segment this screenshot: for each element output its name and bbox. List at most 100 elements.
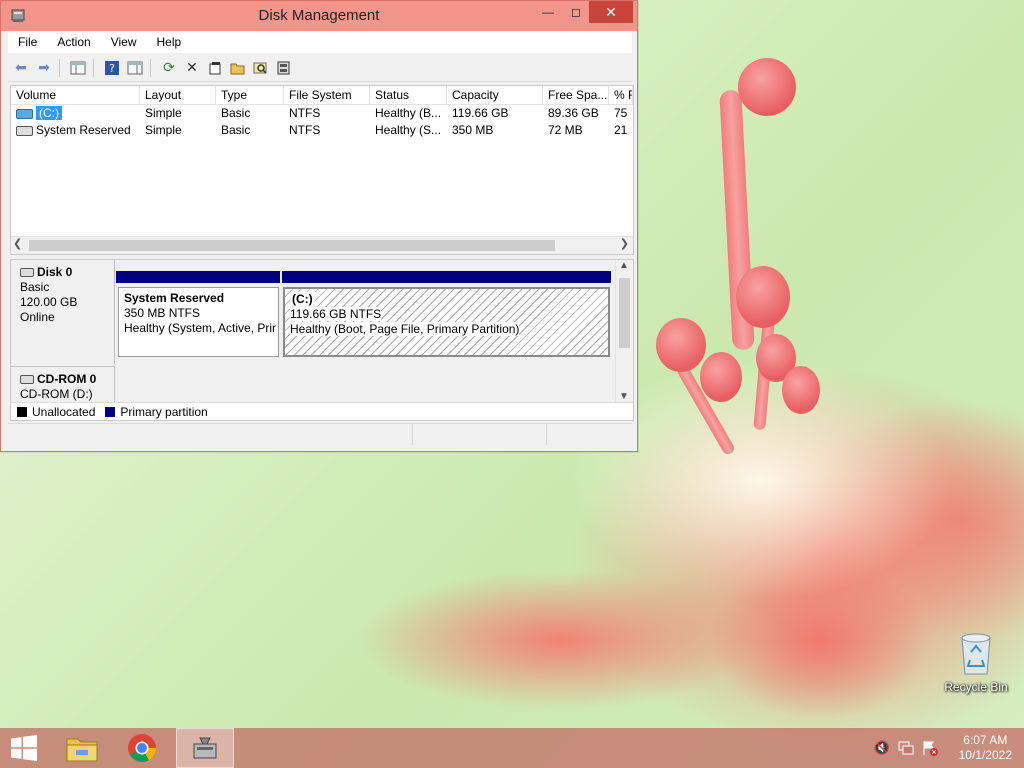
file-system-cell: NTFS bbox=[289, 106, 321, 120]
scroll-up-icon[interactable]: ▲ bbox=[619, 260, 629, 271]
c-partition-bar bbox=[282, 271, 611, 283]
close-button[interactable]: ✕ bbox=[589, 1, 633, 23]
file-system-cell: NTFS bbox=[289, 123, 321, 137]
partition-status: Healthy (System, Active, Prir bbox=[124, 321, 277, 335]
volume-name: System Reserved bbox=[36, 123, 131, 137]
clock-date: 10/1/2022 bbox=[958, 748, 1012, 762]
svg-text:?: ? bbox=[109, 62, 115, 75]
partition-name: (C:) bbox=[290, 292, 315, 307]
scroll-right-icon[interactable]: ❯ bbox=[620, 237, 629, 250]
capacity-cell: 350 MB bbox=[452, 123, 494, 137]
flag-warning-icon bbox=[923, 741, 938, 756]
scroll-thumb[interactable] bbox=[619, 278, 630, 348]
folder-icon bbox=[66, 738, 98, 762]
column-header-percent-free[interactable]: % F bbox=[609, 86, 633, 104]
magnifier-icon bbox=[253, 62, 267, 74]
cdrom-drive: CD-ROM (D:) bbox=[20, 387, 93, 401]
column-header-free-space[interactable]: Free Spa... bbox=[543, 86, 609, 104]
menu-file[interactable]: File bbox=[8, 35, 47, 49]
disk-management-window: Disk Management — ◻ ✕ File Action View H… bbox=[0, 0, 638, 452]
partition-size: 350 MB NTFS bbox=[124, 306, 201, 320]
column-header-file-system[interactable]: File System bbox=[284, 86, 370, 104]
menu-help[interactable]: Help bbox=[147, 35, 192, 49]
back-arrow-icon: ⬅ bbox=[15, 59, 27, 75]
explore-button[interactable] bbox=[251, 58, 271, 78]
primary-swatch bbox=[105, 406, 116, 417]
horizontal-scrollbar[interactable]: ❮ ❯ bbox=[11, 236, 633, 254]
back-button[interactable]: ⬅ bbox=[11, 58, 31, 78]
menu-action[interactable]: Action bbox=[47, 35, 100, 49]
windows-logo-icon bbox=[11, 735, 37, 761]
delete-x-icon: ✕ bbox=[186, 59, 198, 75]
status-pane bbox=[8, 424, 413, 445]
scroll-thumb[interactable] bbox=[29, 240, 555, 251]
free-space-cell: 72 MB bbox=[548, 123, 583, 137]
recycle-bin-icon bbox=[961, 633, 991, 675]
disk-type: Basic bbox=[20, 280, 50, 294]
forward-arrow-icon: ➡ bbox=[38, 59, 50, 75]
disk-management-icon bbox=[193, 737, 217, 759]
percent-free-cell: 75 bbox=[614, 106, 628, 120]
show-hide-action-pane-button[interactable] bbox=[125, 58, 145, 78]
percent-free-cell: 21 bbox=[614, 123, 628, 137]
column-header-capacity[interactable]: Capacity bbox=[447, 86, 543, 104]
partition-size: 119.66 GB NTFS bbox=[290, 307, 382, 321]
network-tray-icon[interactable] bbox=[896, 728, 916, 768]
disk-properties-button[interactable] bbox=[274, 58, 294, 78]
legend-unallocated: Unallocated bbox=[32, 404, 96, 419]
forward-button[interactable]: ➡ bbox=[34, 58, 54, 78]
unallocated-swatch bbox=[17, 406, 27, 417]
disk-name: Disk 0 bbox=[37, 265, 73, 279]
column-header-status[interactable]: Status bbox=[370, 86, 447, 104]
scroll-down-icon[interactable]: ▼ bbox=[619, 391, 629, 402]
system-clock[interactable]: 6:07 AM 10/1/2022 bbox=[959, 733, 1012, 763]
close-icon: ✕ bbox=[605, 3, 617, 20]
refresh-button[interactable]: ⟳ bbox=[159, 58, 179, 78]
network-icon bbox=[898, 741, 914, 755]
legend-primary: Primary partition bbox=[120, 404, 208, 419]
show-hide-console-tree-button[interactable] bbox=[68, 58, 88, 78]
folder-open-icon bbox=[230, 63, 245, 74]
volume-name: (C:) bbox=[36, 106, 62, 120]
action-center-tray-icon[interactable] bbox=[920, 728, 940, 768]
disk-0-label[interactable]: Disk 0 Basic 120.00 GB Online bbox=[11, 260, 115, 364]
start-button[interactable] bbox=[0, 728, 48, 768]
action-pane-icon bbox=[127, 61, 143, 74]
column-header-layout[interactable]: Layout bbox=[140, 86, 216, 104]
column-header-volume[interactable]: Volume bbox=[11, 86, 140, 104]
recycle-bin-desktop-icon[interactable]: Recycle Bin bbox=[941, 630, 1011, 694]
cdrom-name: CD-ROM 0 bbox=[37, 372, 97, 386]
disk-size: 120.00 GB bbox=[20, 295, 78, 309]
layout-cell: Simple bbox=[145, 123, 182, 137]
system-reserved-partition-bar bbox=[116, 271, 280, 283]
refresh-icon: ⟳ bbox=[163, 59, 175, 75]
system-reserved-partition[interactable]: System Reserved 350 MB NTFS Healthy (Sys… bbox=[118, 287, 279, 357]
disk-management-taskbar-button[interactable] bbox=[176, 728, 234, 768]
help-button[interactable]: ? bbox=[102, 58, 122, 78]
minimize-button[interactable]: — bbox=[533, 1, 563, 23]
chrome-taskbar-button[interactable] bbox=[116, 728, 168, 768]
chrome-icon bbox=[128, 734, 156, 762]
console-tree-icon bbox=[70, 61, 86, 74]
toolbar-separator bbox=[59, 58, 60, 77]
maximize-button[interactable]: ◻ bbox=[561, 1, 591, 23]
volume-drive-icon bbox=[16, 108, 33, 119]
status-bar bbox=[8, 423, 632, 445]
volume-muted-tray-icon[interactable]: 🔇 bbox=[872, 728, 892, 768]
title-bar[interactable]: Disk Management — ◻ ✕ bbox=[1, 1, 637, 31]
properties-button[interactable] bbox=[205, 58, 225, 78]
scroll-left-icon[interactable]: ❮ bbox=[13, 237, 22, 250]
cdrom-0-label[interactable]: CD-ROM 0 CD-ROM (D:) bbox=[11, 366, 115, 402]
table-row[interactable]: System Reserved Simple Basic NTFS Health… bbox=[11, 122, 633, 139]
table-row[interactable]: (C:) Simple Basic NTFS Healthy (B... 119… bbox=[11, 105, 633, 122]
layout-cell: Simple bbox=[145, 106, 182, 120]
status-cell: Healthy (B... bbox=[375, 106, 442, 120]
c-drive-partition[interactable]: (C:) 119.66 GB NTFS Healthy (Boot, Page … bbox=[283, 287, 610, 357]
delete-button[interactable]: ✕ bbox=[182, 58, 202, 78]
open-button[interactable] bbox=[228, 58, 248, 78]
volume-cell: System Reserved bbox=[11, 122, 140, 139]
column-header-type[interactable]: Type bbox=[216, 86, 284, 104]
file-explorer-taskbar-button[interactable] bbox=[56, 728, 108, 768]
menu-view[interactable]: View bbox=[101, 35, 147, 49]
vertical-scrollbar[interactable]: ▲ ▼ bbox=[615, 260, 633, 402]
